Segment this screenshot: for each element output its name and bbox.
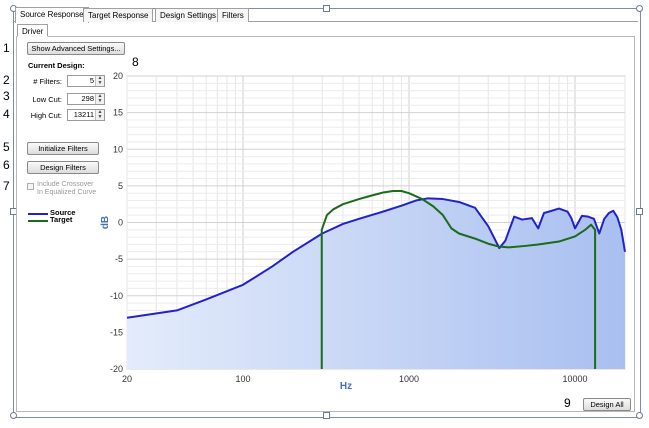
x-tick-label: 1000	[399, 374, 419, 384]
y-axis-label: dB	[100, 216, 111, 229]
y-tick-label: -10	[110, 291, 123, 301]
y-tick-label: 5	[118, 181, 123, 191]
y-tick-label: 15	[113, 108, 123, 118]
y-tick-label: 20	[113, 71, 123, 81]
x-tick-label: 100	[236, 374, 251, 384]
design-all-button[interactable]: Design All	[583, 398, 631, 411]
x-axis-label: Hz	[340, 381, 352, 392]
y-tick-label: 0	[118, 218, 123, 228]
x-tick-label: 20	[122, 374, 132, 384]
frequency-response-chart: 20151050-5-10-15-2020 100 1000 10000HzdB	[100, 71, 626, 392]
y-tick-label: -15	[110, 327, 123, 337]
x-tick-label: 10000	[563, 374, 588, 384]
y-tick-label: 10	[113, 144, 123, 154]
y-tick-label: -20	[110, 364, 123, 374]
y-tick-label: -5	[115, 254, 123, 264]
